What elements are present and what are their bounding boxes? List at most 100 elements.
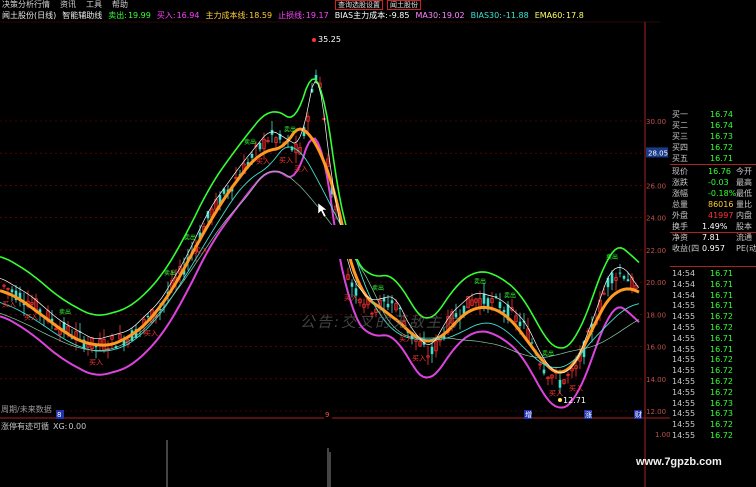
tick-row: 14:55 16.71 [670, 344, 756, 355]
mouse-cursor-icon [317, 202, 328, 218]
bid-row: 买五 16.71 [670, 153, 756, 164]
indicator-header: 闻土股份(日线) 智能辅助线 卖出: 19.99 买入: 16.94 主力成本线… [0, 10, 660, 22]
tick-time: 14:55 [672, 409, 696, 419]
sell-signal: 卖出 [542, 350, 554, 358]
stat-label2: PE(动 [736, 244, 756, 253]
stat-value: 0.957 [702, 244, 725, 253]
stock-name: 闻土股份(日线) [2, 11, 57, 20]
bid-label: 买一 [672, 110, 688, 119]
stat-value: 16.76 [708, 167, 731, 176]
tick-row: 14:55 16.72 [670, 419, 756, 430]
stat-value: 41997 [708, 211, 734, 220]
menu-item-tools[interactable]: 工具 [86, 0, 102, 9]
bid-label: 买二 [672, 121, 688, 130]
tick-row: 14:55 16.71 [670, 300, 756, 311]
buy-signal: 买入 [89, 359, 103, 367]
bid-row: 买三 16.73 [670, 131, 756, 142]
buy-signal: 买入 [549, 390, 563, 398]
query-settings-button[interactable]: 查询选股设置 [335, 0, 383, 10]
bid-price: 16.74 [710, 110, 733, 119]
tick-row: 14:54 16.71 [670, 290, 756, 301]
time-marker: 9 [325, 411, 329, 419]
bid-label: 买三 [672, 132, 688, 141]
sell-signal: 卖出 [606, 253, 618, 261]
tick-time: 14:55 [672, 377, 696, 386]
panel-separator [670, 232, 756, 233]
time-marker: 增 [525, 410, 532, 419]
stat-label2: 量比 [736, 200, 752, 209]
tick-price: 16.72 [710, 377, 733, 386]
candle-body [350, 282, 354, 287]
tick-time: 14:54 [672, 290, 696, 300]
menu-item-news[interactable]: 资讯 [60, 0, 76, 9]
bid-row: 买一 16.74 [670, 109, 756, 120]
bid-label: 买五 [672, 154, 688, 163]
sub-indicator-name[interactable]: 涨停有迹可循 [1, 421, 49, 433]
candle-body [542, 369, 546, 374]
stat-label: 外盘 [672, 211, 688, 220]
tick-time: 14:55 [672, 355, 696, 365]
stat-label2: 最高 [736, 178, 752, 187]
panel-separator [670, 266, 756, 267]
tick-row: 14:55 16.71 [670, 333, 756, 344]
bid-label: 买四 [672, 143, 688, 152]
no-future-data-label: 周期/未来数据 [1, 405, 52, 414]
sell-signal: 卖出 [184, 234, 196, 242]
candle-body [610, 272, 614, 284]
formula-name[interactable]: 智能辅助线 [62, 10, 102, 22]
tick-row: 14:54 16.71 [670, 268, 756, 279]
price-axis-label: 24.00 [646, 215, 666, 223]
tick-row: 14:55 16.72 [670, 430, 756, 441]
sub-indicator-bars [166, 440, 331, 487]
upper-band-line [0, 78, 640, 349]
sell-value: 19.99 [127, 11, 151, 20]
tick-price: 16.71 [710, 344, 733, 354]
low-marker [558, 398, 562, 402]
stock-name-button[interactable]: 闻土股份 [387, 0, 421, 10]
candle-body [430, 346, 434, 355]
candle-body [250, 153, 254, 158]
buy-signal: 买入 [2, 300, 16, 308]
bid-row: 买四 16.72 [670, 142, 756, 153]
tick-row: 14:55 16.72 [670, 387, 756, 398]
sub-indicator-header: 涨停有迹可循 XG: 0.00 [0, 421, 86, 433]
candle-body [518, 321, 522, 327]
bid-price: 16.71 [710, 154, 733, 163]
tick-time: 14:55 [672, 323, 696, 332]
blank-gap [415, 258, 433, 266]
candle-body [258, 142, 262, 150]
menu-item-help[interactable]: 帮助 [112, 0, 128, 9]
stat-label2: 股本 [736, 222, 752, 231]
candle-body [10, 289, 14, 293]
tick-price: 16.73 [710, 409, 733, 419]
buy-signal: 买入 [144, 330, 158, 338]
cost-value: 18.59 [249, 11, 273, 20]
candle-body [558, 379, 562, 388]
candle-body [530, 342, 534, 344]
tick-price: 16.72 [710, 387, 733, 397]
stop-value: 19.17 [305, 11, 329, 20]
kline-chart[interactable]: 30.0028.0026.0024.0022.0020.0018.0016.00… [0, 0, 756, 487]
watermark-text: 公告:交叉的无敌主力 [300, 313, 461, 331]
stat-row: 收益(四 0.957 PE(动 [670, 243, 756, 254]
stat-value: 86016 [708, 200, 734, 209]
sell-signal: 卖出 [504, 292, 516, 300]
candle-body [146, 315, 150, 318]
tick-row: 14:55 16.72 [670, 354, 756, 365]
stop-label: 止损线: [278, 11, 305, 20]
menu-item-market[interactable]: 决策分析行情 [2, 0, 50, 9]
ema60-value: 17.8 [566, 11, 584, 20]
tick-time: 14:55 [672, 333, 696, 343]
sell-signal: 卖出 [164, 269, 176, 277]
time-marker: 涨 [585, 410, 592, 419]
bias30-label: BIAS30: [470, 11, 502, 20]
ma30-value: 19.02 [441, 11, 465, 20]
xg-label: XG: [53, 422, 68, 431]
buy-signal: 买入 [412, 355, 426, 363]
candle-body [386, 303, 390, 308]
top-buttons: 查询选股设置 闻土股份 [335, 0, 421, 10]
candle-body [626, 279, 630, 282]
tick-row: 14:55 16.72 [670, 322, 756, 333]
price-axis-label: 12.00 [646, 408, 666, 416]
price-axis-label: 30.00 [646, 118, 666, 126]
